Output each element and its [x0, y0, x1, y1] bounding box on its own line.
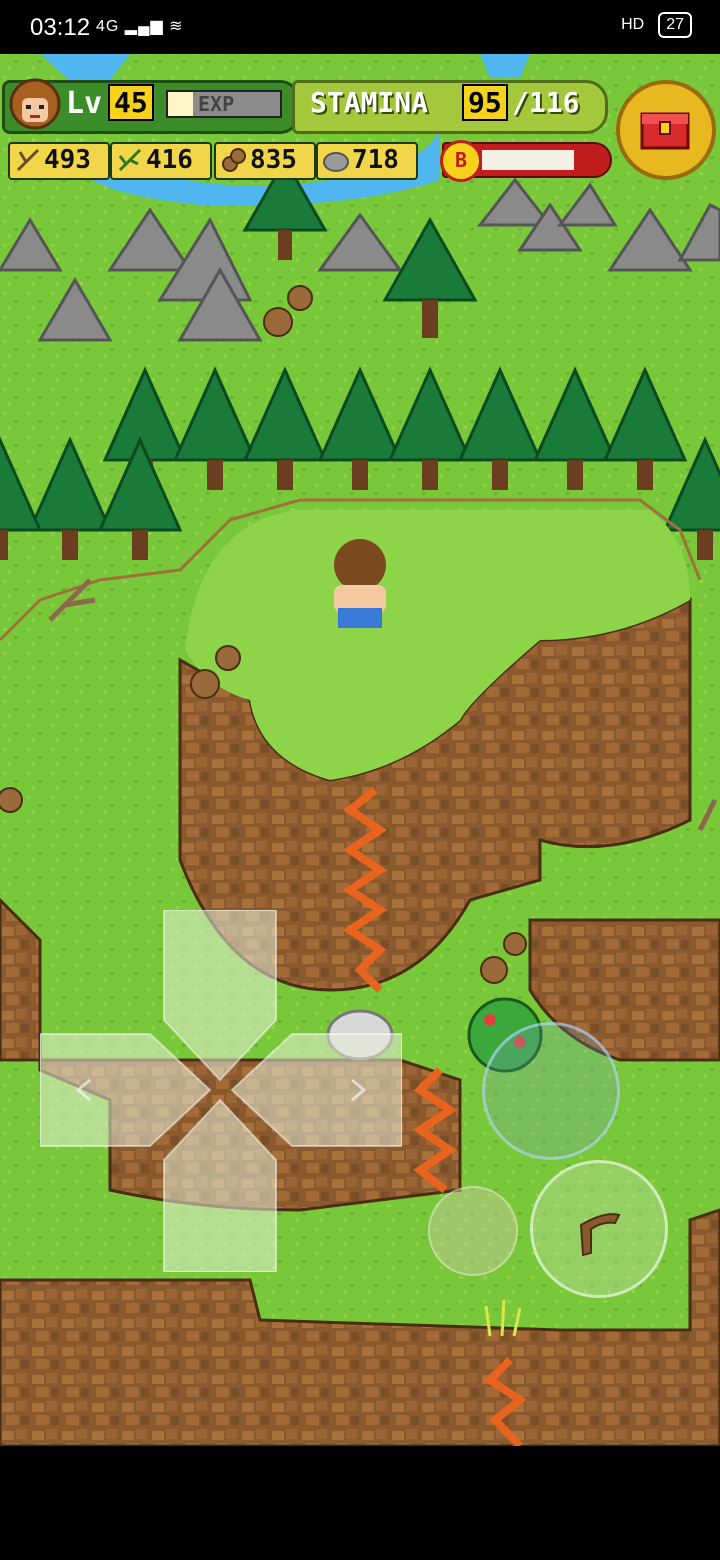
resource-value: 718: [352, 145, 399, 175]
clock: 03:12: [30, 14, 91, 41]
item-button[interactable]: [428, 1186, 518, 1276]
stamina-max: /116: [512, 86, 580, 119]
hd-badge: HD: [621, 16, 645, 33]
boomerang-button[interactable]: [530, 1160, 668, 1298]
tool-button[interactable]: [482, 1022, 620, 1160]
resource-nut: 835: [214, 142, 316, 180]
stone-icon: [323, 152, 349, 172]
dpad-left[interactable]: [40, 1033, 212, 1147]
level-label: Lv: [66, 86, 103, 121]
boost-icon: B: [440, 140, 482, 182]
network-type: 4G: [96, 18, 120, 35]
player-character: [334, 539, 386, 628]
exp-label: EXP: [198, 92, 235, 116]
resource-herb: 416: [110, 142, 212, 180]
dpad-down[interactable]: [163, 1098, 277, 1272]
nut-icon: [222, 148, 246, 172]
resource-branch: 493: [8, 142, 110, 180]
signal-icon: 4G ▂▄▆ ≋: [96, 18, 184, 35]
exp-bar: EXP: [166, 90, 282, 118]
treasure-chest-button[interactable]: [616, 80, 716, 180]
dpad-control[interactable]: [40, 910, 402, 1272]
status-bar: 03:12 4G ▂▄▆ ≋ HD 27: [0, 0, 720, 54]
treasure-chest-icon: [640, 112, 690, 150]
grass-tuft: [484, 1299, 522, 1337]
boost-fill: [482, 150, 575, 170]
game-viewport[interactable]: [0, 54, 720, 1446]
exp-fill: [168, 92, 193, 116]
resource-stone: 718: [316, 142, 418, 180]
resource-value: 835: [250, 145, 297, 175]
level-value: 45: [108, 84, 154, 121]
boomerang-icon: [579, 1213, 621, 1257]
branch-icon: [16, 148, 40, 172]
resource-value: 493: [44, 145, 91, 175]
stamina-current: 95: [462, 84, 508, 121]
stamina-label: STAMINA: [310, 86, 429, 119]
herb-icon: [118, 148, 142, 172]
resource-value: 416: [146, 145, 193, 175]
player-avatar-icon[interactable]: [8, 72, 62, 132]
dpad-right[interactable]: [230, 1033, 402, 1147]
battery-indicator: 27: [658, 12, 692, 38]
dpad-up[interactable]: [163, 910, 277, 1082]
navigation-bar: [0, 1446, 720, 1560]
